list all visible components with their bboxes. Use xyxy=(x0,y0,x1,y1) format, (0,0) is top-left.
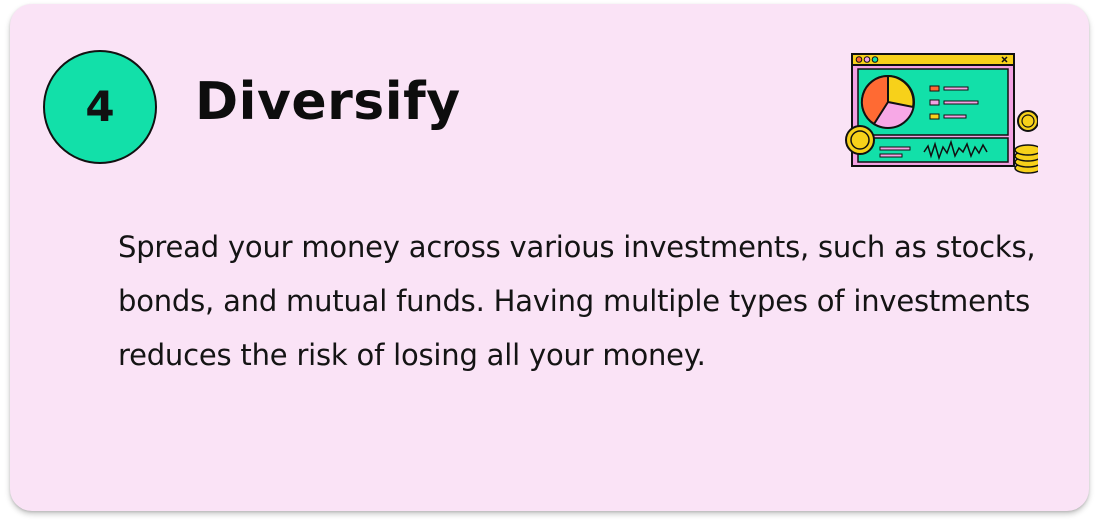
step-description: Spread your money across various investm… xyxy=(118,230,1036,372)
step-number-badge: 4 xyxy=(43,50,157,164)
pie-chart-icon xyxy=(860,74,915,129)
step-title: Diversify xyxy=(195,72,461,132)
diversify-card: 4 Diversify Spread your money across var… xyxy=(10,4,1089,511)
coin-stack-icon xyxy=(1014,144,1038,174)
investment-dashboard-illustration xyxy=(845,53,1038,174)
step-number: 4 xyxy=(85,82,115,131)
